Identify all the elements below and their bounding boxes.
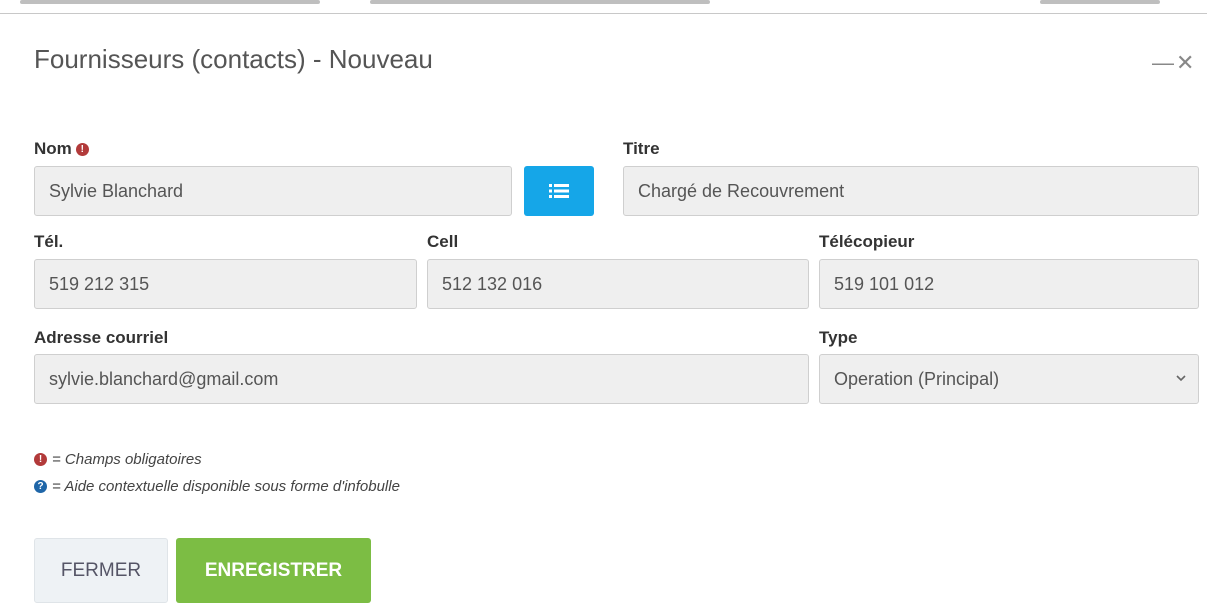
required-icon: ! xyxy=(75,143,89,156)
nom-label: Nom! xyxy=(34,139,89,159)
close-button[interactable]: FERMER xyxy=(34,538,168,603)
window-top-edge xyxy=(0,0,1207,14)
close-icon[interactable]: ✕ xyxy=(1176,52,1194,74)
dialog-title: Fournisseurs (contacts) - Nouveau xyxy=(34,44,433,74)
save-button[interactable]: ENREGISTRER xyxy=(176,538,371,603)
list-icon xyxy=(549,184,569,198)
nom-input[interactable]: Sylvie Blanchard xyxy=(34,166,512,216)
nom-value: Sylvie Blanchard xyxy=(49,180,184,201)
cell-input[interactable]: 512 132 016 xyxy=(427,259,809,309)
legend-required: ! = Champs obligatoires xyxy=(34,451,202,468)
minimize-icon[interactable]: — xyxy=(1152,52,1174,74)
tel-value: 519 212 315 xyxy=(49,273,150,294)
titre-label: Titre xyxy=(623,139,660,158)
legend-help: ? = Aide contextuelle disponible sous fo… xyxy=(34,478,400,495)
courriel-input[interactable]: sylvie.blanchard@gmail.com xyxy=(34,354,809,404)
telecopieur-label: Télécopieur xyxy=(819,232,915,251)
type-select[interactable]: Operation (Principal) xyxy=(819,354,1199,404)
chevron-down-icon xyxy=(1176,375,1186,382)
tel-label: Tél. xyxy=(34,232,64,251)
courriel-value: sylvie.blanchard@gmail.com xyxy=(49,368,279,389)
tel-input[interactable]: 519 212 315 xyxy=(34,259,417,309)
contact-lookup-button[interactable] xyxy=(524,166,594,216)
telecopieur-input[interactable]: 519 101 012 xyxy=(819,259,1199,309)
nom-label-text: Nom xyxy=(34,139,72,158)
telecopieur-value: 519 101 012 xyxy=(834,273,935,294)
type-value: Operation (Principal) xyxy=(834,368,1000,389)
titre-value: Chargé de Recouvrement xyxy=(638,180,845,201)
legend-help-text: = Aide contextuelle disponible sous form… xyxy=(52,478,400,495)
legend-required-text: = Champs obligatoires xyxy=(52,451,202,468)
cell-label: Cell xyxy=(427,232,459,251)
titre-input[interactable]: Chargé de Recouvrement xyxy=(623,166,1199,216)
cell-value: 512 132 016 xyxy=(442,273,543,294)
help-icon: ? xyxy=(34,480,47,493)
required-icon: ! xyxy=(34,453,47,466)
courriel-label: Adresse courriel xyxy=(34,328,169,347)
type-label: Type xyxy=(819,328,858,347)
